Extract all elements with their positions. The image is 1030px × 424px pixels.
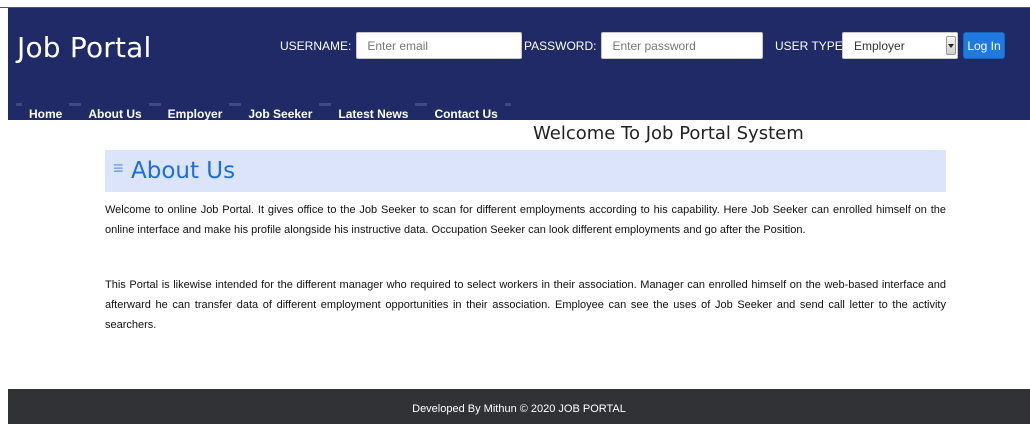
section-title: About Us — [131, 158, 236, 184]
password-label: PASSWORD: — [524, 38, 597, 53]
about-paragraph-2: This Portal is likewise intended for the… — [105, 279, 946, 331]
user-type-value: Employer — [854, 39, 905, 53]
main-nav: Home About Us Employer Job Seeker Latest… — [16, 101, 512, 128]
nav-item-about-us[interactable]: About Us — [75, 101, 156, 128]
user-type-label: USER TYPE: — [775, 38, 847, 53]
username-input[interactable] — [356, 32, 523, 59]
nav-item-latest-news[interactable]: Latest News — [325, 101, 422, 128]
chevron-down-icon[interactable] — [946, 36, 956, 55]
site-header: Job Portal USERNAME: PASSWORD: USER TYPE… — [8, 8, 1030, 121]
site-brand[interactable]: Job Portal — [17, 31, 152, 64]
password-input[interactable] — [601, 32, 764, 59]
footer-text: Developed By Mithun © 2020 JOB PORTAL — [412, 403, 626, 415]
user-type-group: USER TYPE: — [775, 32, 846, 59]
nav-item-employer[interactable]: Employer — [154, 101, 236, 128]
login-button[interactable]: Log In — [963, 32, 1005, 59]
nav-item-contact-us[interactable]: Contact Us — [421, 101, 512, 128]
password-group: PASSWORD: — [524, 32, 764, 59]
about-paragraph-1: Welcome to online Job Portal. It gives o… — [105, 204, 946, 236]
nav-item-home[interactable]: Home — [16, 101, 76, 128]
site-footer: Developed By Mithun © 2020 JOB PORTAL — [8, 389, 1030, 424]
nav-item-job-seeker[interactable]: Job Seeker — [235, 101, 326, 128]
about-us-header: ≡ About Us — [105, 150, 946, 192]
welcome-heading: Welcome To Job Portal System — [533, 123, 804, 144]
top-border — [0, 0, 1030, 8]
menu-icon: ≡ — [113, 158, 124, 178]
user-type-select[interactable]: Employer — [842, 32, 958, 59]
username-label: USERNAME: — [280, 38, 352, 53]
username-group: USERNAME: — [280, 32, 523, 59]
